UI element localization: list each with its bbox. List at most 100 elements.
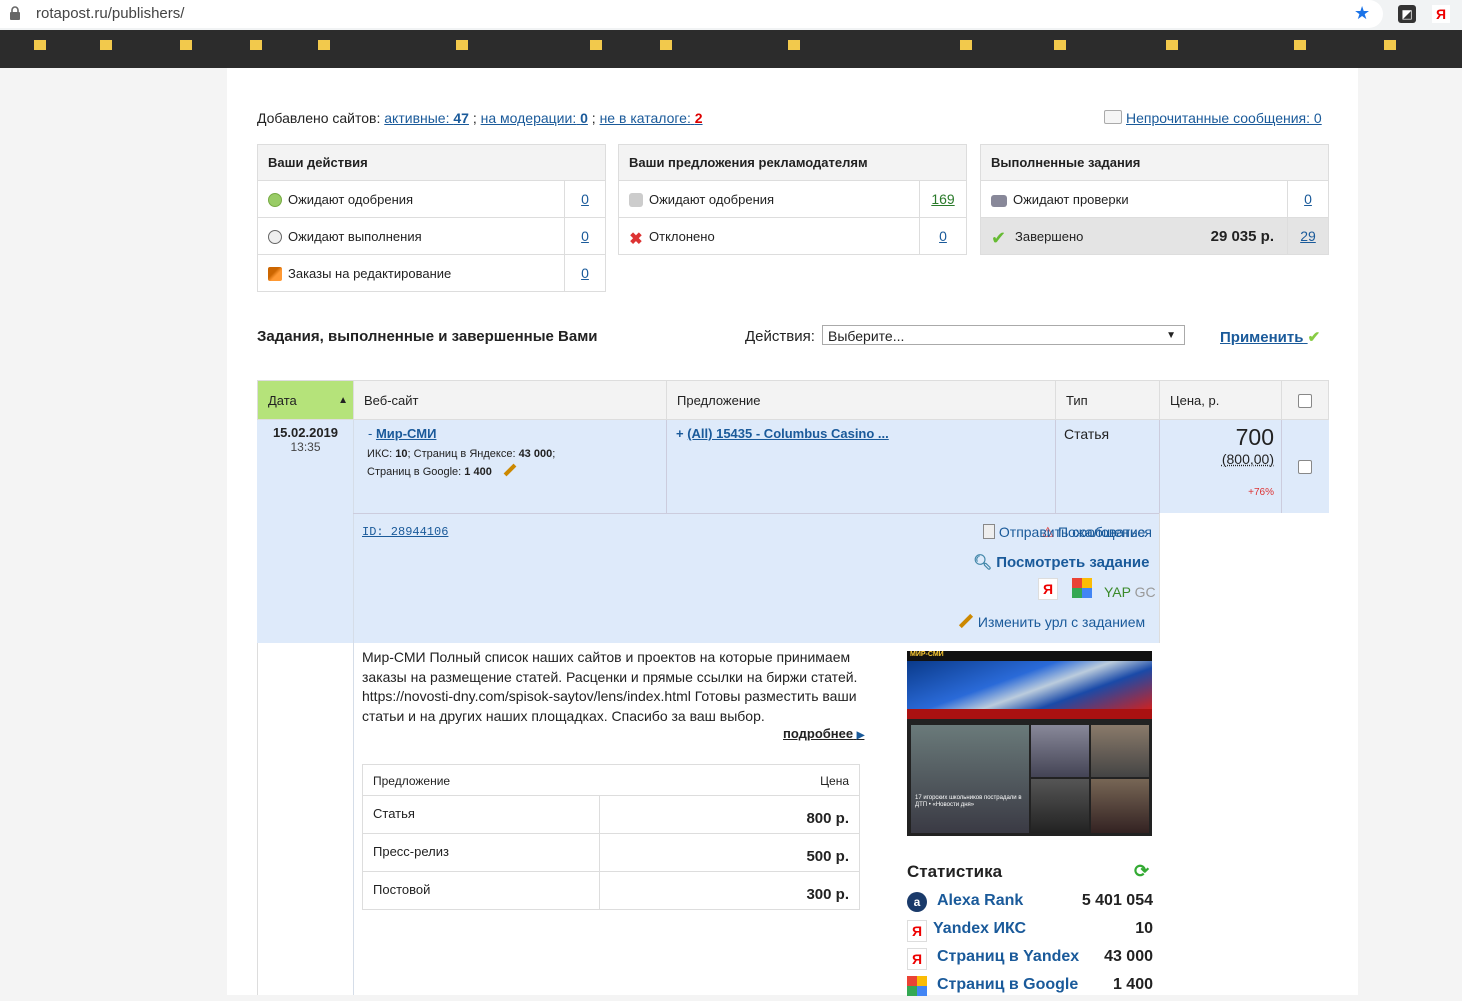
count-link[interactable]: 169 [919, 181, 966, 217]
bookmark-folder-icon[interactable] [100, 40, 112, 50]
bookmark-folder-icon[interactable] [660, 40, 672, 50]
view-task-link[interactable]: 🔍︎ Посмотреть задание [973, 553, 1149, 571]
arrow-right-icon: ▶ [856, 730, 865, 741]
magnifier-icon: 🔍︎ [973, 554, 993, 571]
thumbnail-logo: МИР-СМИ [910, 651, 944, 658]
thumbnail-headline: 17 игорских школьников пострадали в ДТП … [915, 795, 1022, 808]
bookmark-folder-icon[interactable] [1054, 40, 1066, 50]
user-icon [629, 193, 643, 207]
send-message-link[interactable]: Отправить сообщение [983, 524, 1145, 540]
bookmark-folder-icon[interactable] [1384, 40, 1396, 50]
clock-icon [268, 230, 282, 244]
moderation-sites-link[interactable]: на модерации: 0 [481, 110, 588, 126]
completed-sum: 29 035 р. [1210, 228, 1274, 245]
actions-row: Заказы на редактирование 0 [258, 255, 605, 291]
site-description: Мир-СМИ Полный список наших сайтов и про… [362, 649, 858, 724]
offers-row: ✖ Отклонено 0 [619, 218, 966, 254]
completed-tasks-box: Выполненные задания Ожидают проверки 0 ✔… [980, 144, 1329, 255]
url-text[interactable]: rotapost.ru/publishers/ [36, 5, 184, 22]
bookmark-folder-icon[interactable] [960, 40, 972, 50]
sites-added-label: Добавлено сайтов: [257, 110, 381, 126]
unread-messages-link[interactable]: Непрочитанные сообщения: 0 [1126, 110, 1322, 126]
address-bar[interactable]: rotapost.ru/publishers/ ★ [0, 0, 1383, 28]
price-table-row: Статья 800 р. [363, 796, 859, 834]
apply-button[interactable]: Применить ✔ [1220, 328, 1320, 346]
box-title: Выполненные задания [981, 145, 1328, 181]
count-link[interactable]: 0 [564, 181, 605, 217]
stat-row: Я Yandex ИКС 10 [907, 918, 1153, 942]
your-actions-box: Ваши действия Ожидают одобрения 0 Ожидаю… [257, 144, 606, 292]
active-sites-link[interactable]: активные: 47 [384, 110, 469, 126]
bookmark-folder-icon[interactable] [180, 40, 192, 50]
price-cell: 700 (800,00) +76% [1160, 424, 1274, 498]
site-cell: - Мир-СМИ [368, 426, 437, 441]
section-title: Задания, выполненные и завершенные Вами [257, 328, 598, 345]
count-link[interactable]: 0 [564, 218, 605, 254]
bookmark-folder-icon[interactable] [34, 40, 46, 50]
price-original: (800,00) [1221, 451, 1274, 467]
column-header-website[interactable]: Веб-сайт [353, 380, 667, 420]
price-delta: +76% [1248, 487, 1274, 498]
alexa-icon: a [907, 892, 927, 912]
thumbnail-banner [907, 661, 1152, 709]
bookmark-folder-icon[interactable] [318, 40, 330, 50]
actions-row: Ожидают одобрения 0 [258, 181, 605, 218]
select-all-checkbox[interactable] [1298, 394, 1312, 408]
stat-row: a Alexa Rank 5 401 054 [907, 890, 1153, 914]
not-in-catalog-link[interactable]: не в каталоге: 2 [600, 110, 703, 126]
yandex-icon[interactable]: Я [1038, 578, 1058, 600]
offer-cell: + (All) 15435 - Columbus Casino ... [676, 426, 889, 441]
count-link[interactable]: 0 [564, 255, 605, 291]
count-link[interactable]: 0 [1287, 181, 1328, 217]
select-value: Выберите... [828, 328, 905, 344]
pencil-icon [958, 613, 974, 629]
sort-up-icon: ▲ [338, 395, 348, 406]
price-table: Предложение Цена Статья 800 р. Пресс-рел… [362, 764, 860, 910]
more-link[interactable]: подробнее ▶ [783, 726, 864, 741]
stat-row: Страниц в Google 1 400 [907, 974, 1153, 998]
bookmark-folder-icon[interactable] [456, 40, 468, 50]
row-checkbox[interactable] [1298, 460, 1312, 474]
extension-icon[interactable]: ◩ [1398, 5, 1416, 23]
site-link[interactable]: Мир-СМИ [376, 426, 436, 441]
yandex-extension-icon[interactable]: Я [1432, 5, 1450, 23]
price-table-header: Предложение Цена [363, 765, 859, 796]
column-header-offer[interactable]: Предложение [666, 380, 1056, 420]
offers-box: Ваши предложения рекламодателям Ожидают … [618, 144, 967, 255]
box-title: Ваши предложения рекламодателям [619, 145, 966, 181]
google-icon[interactable] [1072, 578, 1092, 598]
task-type: Статья [1064, 426, 1110, 442]
column-header-date[interactable]: Дата ▲ [257, 380, 354, 420]
offer-link[interactable]: (All) 15435 - Columbus Casino ... [687, 426, 889, 441]
site-thumbnail[interactable]: МИР-СМИ 17 игорских школьников пострадал… [907, 651, 1152, 836]
unread-messages[interactable]: Непрочитанные сообщения: 0 [1104, 110, 1322, 126]
browser-toolbar: rotapost.ru/publishers/ ★ ◩ Я [0, 0, 1462, 30]
bookmark-folder-icon[interactable] [788, 40, 800, 50]
change-url-link[interactable]: Изменить урл с заданием [958, 613, 1145, 630]
site-iks: ИКС: 10; Страниц в Яндексе: 43 000; [367, 448, 556, 460]
plus-circle-icon [268, 193, 282, 207]
column-header-type[interactable]: Тип [1055, 380, 1160, 420]
refresh-icon[interactable]: ⟳ [1134, 861, 1149, 882]
task-id-link[interactable]: ID: 28944106 [362, 525, 448, 539]
count-link[interactable]: 0 [919, 218, 966, 254]
count-link[interactable]: 29 [1287, 218, 1328, 254]
document-icon [983, 524, 995, 539]
google-icon [907, 976, 927, 996]
bookmark-star-icon[interactable]: ★ [1354, 3, 1370, 24]
site-google: Страниц в Google: 1 400 [367, 463, 517, 478]
bookmark-folder-icon[interactable] [1166, 40, 1178, 50]
check-icon: ✔ [991, 228, 1007, 248]
column-header-price[interactable]: Цена, р. [1159, 380, 1282, 420]
bookmark-folder-icon[interactable] [250, 40, 262, 50]
gc-status: GC [1134, 584, 1156, 600]
bookmark-folder-icon[interactable] [590, 40, 602, 50]
dropdown-arrow-icon: ▼ [1166, 330, 1176, 341]
actions-row: Ожидают выполнения 0 [258, 218, 605, 255]
envelope-icon [1104, 110, 1122, 124]
actions-select[interactable]: Выберите... ▼ [822, 325, 1185, 345]
bookmark-folder-icon[interactable] [1294, 40, 1306, 50]
pencil-icon[interactable] [503, 463, 517, 477]
actions-label: Действия: [745, 328, 815, 345]
box-title: Ваши действия [258, 145, 605, 181]
